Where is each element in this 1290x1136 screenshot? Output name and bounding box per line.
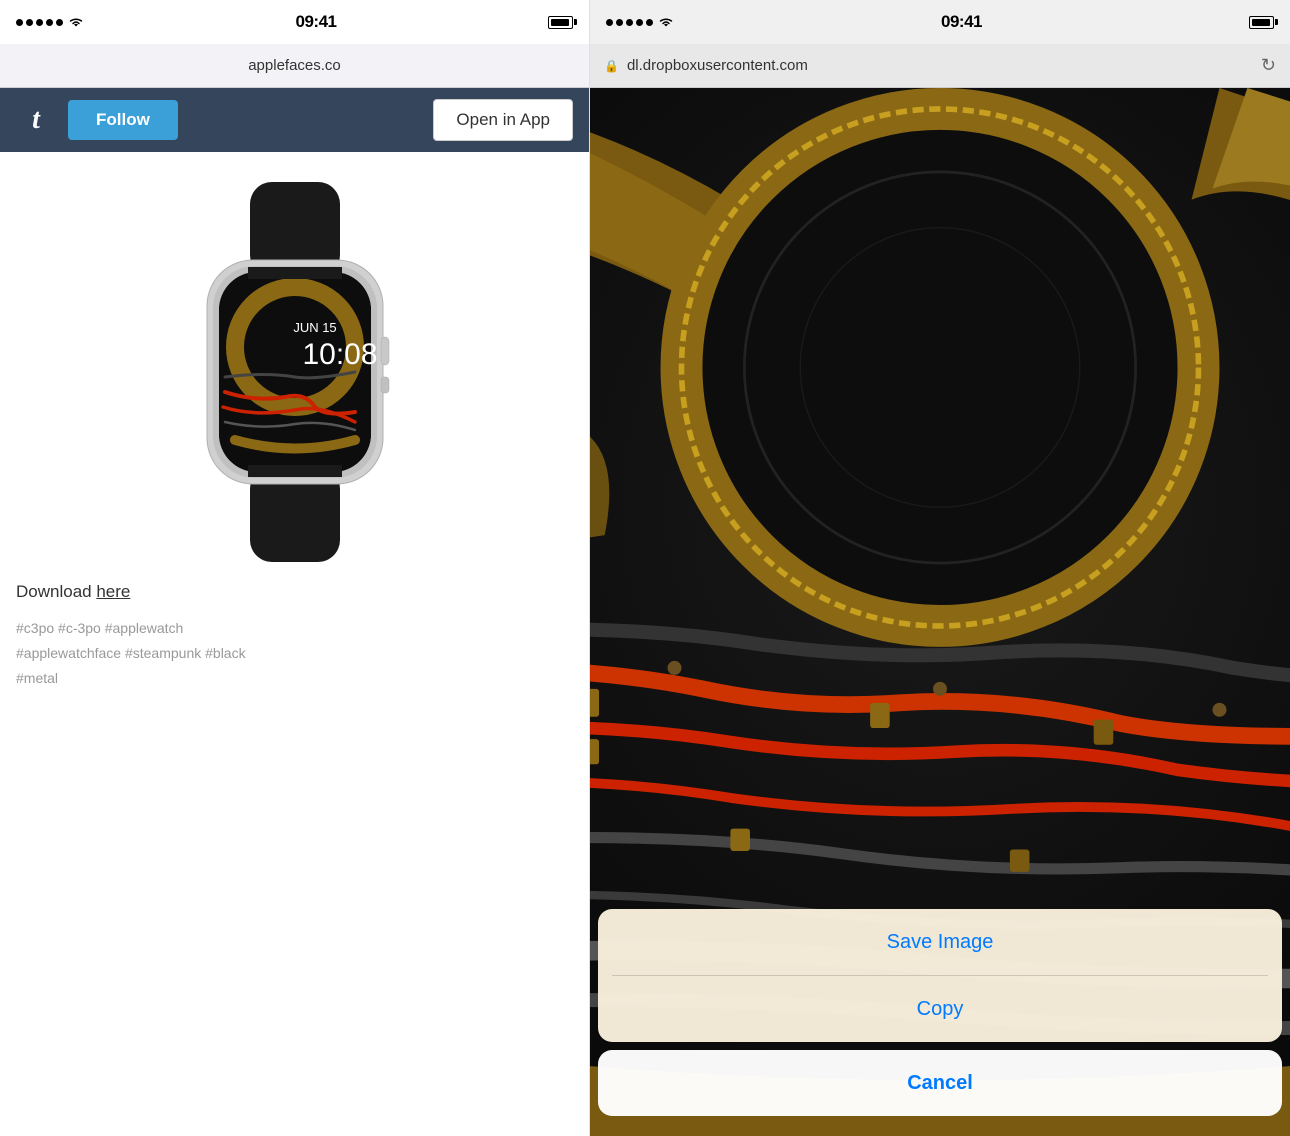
download-section: Download here: [16, 582, 130, 602]
image-preview-area: Save Image Copy Cancel: [590, 88, 1290, 1136]
signal-dot-4: [46, 19, 53, 26]
right-signal-dots: [606, 19, 653, 26]
open-in-app-button[interactable]: Open in App: [433, 99, 573, 141]
right-signal-dot-5: [646, 19, 653, 26]
right-battery-area: [1249, 16, 1274, 29]
left-url-text: applefaces.co: [248, 57, 341, 74]
signal-dot-2: [26, 19, 33, 26]
battery-area: [548, 16, 573, 29]
right-signal-dot-2: [616, 19, 623, 26]
right-signal-dot-1: [606, 19, 613, 26]
svg-text:JUN 15: JUN 15: [293, 320, 336, 335]
right-signal-dot-3: [626, 19, 633, 26]
action-sheet: Save Image Copy Cancel: [590, 909, 1290, 1136]
left-url-bar[interactable]: applefaces.co: [0, 44, 589, 88]
right-signal-dot-4: [636, 19, 643, 26]
tumblr-t-icon: t: [32, 104, 40, 136]
right-battery-fill: [1252, 19, 1270, 26]
tags-section: #c3po #c-3po #applewatch #applewatchface…: [16, 616, 246, 692]
signal-area: [16, 16, 84, 29]
battery-fill: [551, 19, 569, 26]
signal-dots: [16, 19, 63, 26]
svg-text:10:08: 10:08: [302, 338, 377, 371]
tags-text: #c3po #c-3po #applewatch #applewatchface…: [16, 620, 246, 686]
right-clock: 09:41: [941, 12, 982, 32]
right-url-text: dl.dropboxusercontent.com: [627, 57, 1253, 74]
watch-container: JUN 15 10:08: [155, 182, 435, 562]
right-status-bar: 09:41: [590, 0, 1290, 44]
left-status-bar: 09:41: [0, 0, 589, 44]
lock-icon: 🔒: [604, 59, 619, 73]
right-url-bar[interactable]: 🔒 dl.dropboxusercontent.com ↻: [590, 44, 1290, 88]
signal-dot-5: [56, 19, 63, 26]
save-image-button[interactable]: Save Image: [598, 909, 1282, 975]
wifi-icon: [68, 16, 84, 29]
tumblr-logo: t: [16, 100, 56, 140]
left-content: JUN 15 10:08 Download here #c3po #c-3po …: [0, 152, 589, 1136]
cancel-button[interactable]: Cancel: [598, 1050, 1282, 1116]
copy-button[interactable]: Copy: [598, 976, 1282, 1042]
right-signal-area: [606, 16, 674, 29]
tumblr-header: t Follow Open in App: [0, 88, 589, 152]
right-battery-icon: [1249, 16, 1274, 29]
download-text: Download: [16, 582, 96, 601]
signal-dot-1: [16, 19, 23, 26]
right-wifi-icon: [658, 16, 674, 29]
left-panel: 09:41 applefaces.co t Follow Open in App: [0, 0, 590, 1136]
follow-button[interactable]: Follow: [68, 100, 178, 140]
cancel-group: Cancel: [598, 1050, 1282, 1116]
apple-watch-illustration: JUN 15 10:08: [155, 182, 435, 562]
reload-icon[interactable]: ↻: [1261, 55, 1276, 76]
download-link[interactable]: here: [96, 582, 130, 601]
action-group-main: Save Image Copy: [598, 909, 1282, 1042]
left-clock: 09:41: [296, 12, 337, 32]
battery-icon: [548, 16, 573, 29]
signal-dot-3: [36, 19, 43, 26]
right-panel: 09:41 🔒 dl.dropboxusercontent.com ↻: [590, 0, 1290, 1136]
